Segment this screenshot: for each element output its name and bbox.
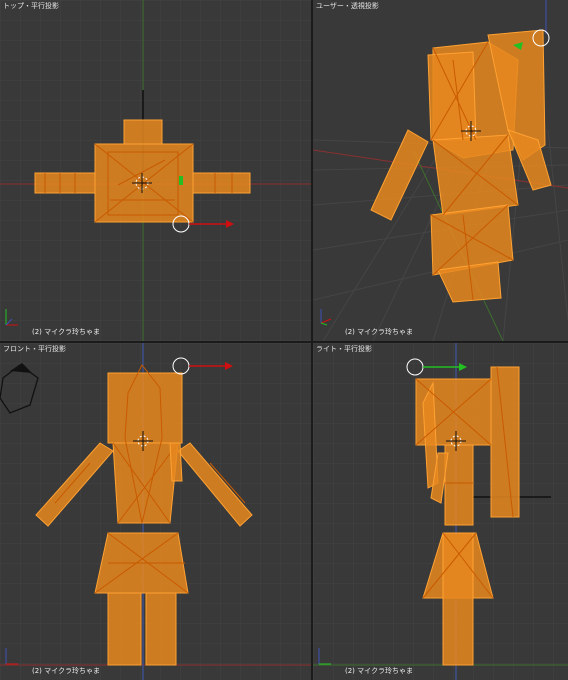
mesh-arm-left-top[interactable] (34, 172, 96, 194)
viewport-top[interactable]: トップ・平行投影 (2) マイクラ玲ちゃま (0, 0, 311, 341)
mesh-torso-front[interactable] (112, 442, 179, 524)
y-arrow-icon[interactable] (179, 176, 183, 185)
mesh-leg-left-front[interactable] (107, 592, 142, 666)
active-object-label: (2) マイクラ玲ちゃま (345, 667, 414, 675)
viewport-user-scene[interactable] (313, 0, 568, 341)
mesh-user[interactable] (370, 29, 552, 303)
mesh-head-top[interactable] (123, 119, 163, 145)
viewport-title: トップ・平行投影 (3, 2, 59, 10)
mesh-arm-left-user[interactable] (370, 129, 429, 221)
viewport-right[interactable]: ライト・平行投影 (2) マイクラ玲ちゃま (313, 343, 568, 680)
viewport-title: ライト・平行投影 (316, 345, 372, 353)
axis-gizmo-icon (2, 644, 22, 670)
mesh-torso-side[interactable] (444, 444, 474, 526)
mesh-arm-right-top[interactable] (192, 172, 251, 194)
mesh-skirt-user[interactable] (430, 204, 514, 276)
mesh-leg-right-front[interactable] (145, 592, 177, 666)
active-object-label: (2) マイクラ玲ちゃま (345, 328, 414, 336)
viewport-user[interactable]: ユーザー・透視投影 (2) マイクラ玲ちゃま (313, 0, 568, 341)
viewport-divider-vertical[interactable] (311, 0, 313, 680)
mesh-head-front[interactable] (107, 372, 183, 444)
viewport-front-scene[interactable] (0, 343, 311, 680)
viewport-title: フロント・平行投影 (3, 345, 66, 353)
viewport-title: ユーザー・透視投影 (316, 2, 379, 10)
viewport-front[interactable]: フロント・平行投影 (2) マイクラ玲ちゃま (0, 343, 311, 680)
viewport-divider-horizontal[interactable] (0, 341, 568, 343)
viewport-right-scene[interactable] (313, 343, 568, 680)
active-object-label: (2) マイクラ玲ちゃま (32, 667, 101, 675)
axis-gizmo-icon (315, 305, 335, 331)
active-object-label: (2) マイクラ玲ちゃま (32, 328, 101, 336)
axis-gizmo-icon (315, 644, 335, 670)
viewport-top-scene[interactable] (0, 0, 311, 341)
axis-gizmo-icon (2, 305, 22, 331)
